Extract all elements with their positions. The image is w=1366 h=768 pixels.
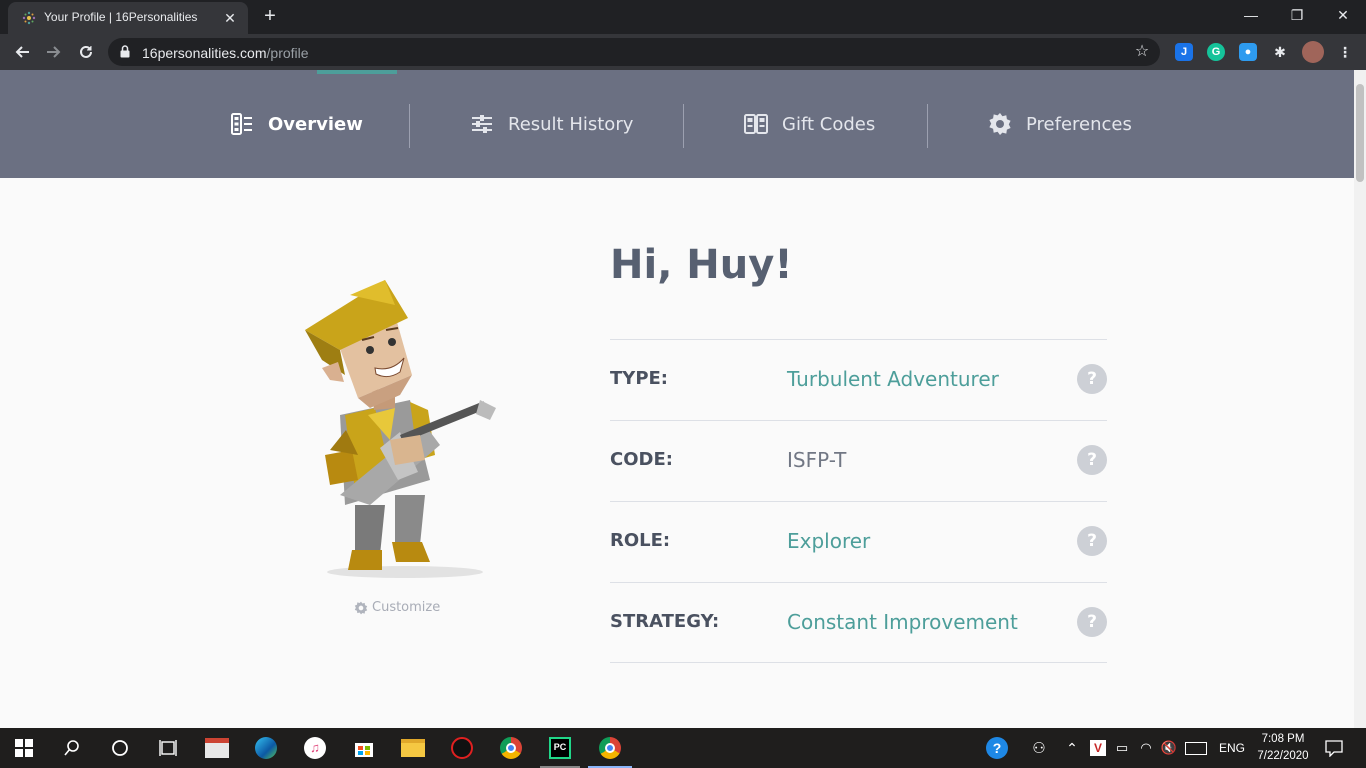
clock-date: 7/22/2020 [1257,750,1309,762]
sliders-icon [472,115,492,133]
keyboard-icon[interactable] [1182,734,1210,762]
profile-info-table: TYPE: Turbulent Adventurer ? CODE: ISFP-… [610,339,1107,663]
language-indicator[interactable]: ENG [1219,741,1245,755]
restore-button[interactable]: ❐ [1274,0,1320,32]
info-label: CODE: [610,449,673,470]
profile-avatar-icon[interactable] [1302,41,1324,63]
help-icon[interactable]: ? [1077,526,1107,556]
tab-title: Your Profile | 16Personalities [44,10,198,24]
tab-gift-codes[interactable]: Gift Codes [744,104,875,144]
info-row-strategy: STRATEGY: Constant Improvement ? [610,582,1107,663]
cortana-icon[interactable] [106,734,134,762]
nav-divider [683,104,684,148]
garena-icon[interactable] [448,734,476,762]
page-title: Hi, Huy! [610,242,793,288]
forward-arrow-icon[interactable] [41,39,67,65]
chrome-icon[interactable] [596,734,624,762]
people-icon[interactable]: ⚇ [1025,734,1053,762]
extension-drop-icon[interactable]: ● [1239,43,1257,61]
browser-tab[interactable]: Your Profile | 16Personalities ✕ [8,2,248,34]
browser-tab-bar: Your Profile | 16Personalities ✕ + — ❐ ✕ [0,0,1366,34]
avatar-illustration [305,280,496,578]
type-link[interactable]: Turbulent Adventurer [787,367,999,391]
info-label: TYPE: [610,368,668,389]
customize-avatar-link[interactable]: Customize [354,600,440,615]
store-icon[interactable] [350,734,378,762]
clock-time: 7:08 PM [1261,733,1305,745]
tab-preferences[interactable]: Preferences [988,104,1132,144]
tab-gift-codes-label: Gift Codes [782,113,876,135]
profile-nav: Overview Result History Gift Codes Prefe… [0,70,1354,178]
info-row-role: ROLE: Explorer ? [610,501,1107,582]
chrome-icon[interactable] [497,734,525,762]
gear-icon [354,601,368,614]
tab-preferences-label: Preferences [1026,113,1132,135]
back-arrow-icon[interactable] [9,39,35,65]
gear-icon [989,113,1011,135]
info-row-code: CODE: ISFP-T ? [610,420,1107,501]
nav-divider [927,104,928,148]
close-window-button[interactable]: ✕ [1320,0,1366,32]
windows-taskbar: ♫ PC ? ⚇ ⌃ V ▭ ◠ 🔇 ENG 7:08 PM 7/22/2020 [0,728,1366,768]
nav-accent-bar [317,70,397,74]
browser-menu-icon[interactable]: ⋮ [1336,43,1354,61]
bookmark-star-icon[interactable]: ☆ [1132,42,1152,62]
grammarly-icon[interactable]: G [1207,43,1225,61]
app-icon[interactable] [203,734,231,762]
overview-icon [231,113,252,135]
tab-overview[interactable]: Overview [230,104,363,144]
tab-result-history-label: Result History [508,113,634,135]
extensions-puzzle-icon[interactable]: ✱ [1271,43,1289,61]
itunes-icon[interactable]: ♫ [301,734,329,762]
page-scrollbar[interactable] [1354,70,1366,728]
pycharm-icon[interactable]: PC [546,734,574,762]
search-icon[interactable] [58,734,86,762]
info-label: ROLE: [610,530,671,551]
lock-icon [120,45,130,58]
help-icon[interactable]: ? [1077,607,1107,637]
gift-codes-icon [744,114,768,134]
page-content: Overview Result History Gift Codes Prefe… [0,70,1354,728]
nav-divider [409,104,410,148]
tab-close-icon[interactable]: ✕ [220,8,240,28]
info-label: STRATEGY: [610,611,720,632]
url-host: 16personalities.com [142,45,267,61]
url-path: /profile [266,45,309,61]
info-row-type: TYPE: Turbulent Adventurer ? [610,339,1107,420]
tab-result-history[interactable]: Result History [470,104,633,144]
extension-j-icon[interactable]: J [1175,43,1193,61]
browser-toolbar: 16personalities.com/profile ☆ J G ● ✱ ⋮ [0,34,1366,70]
strategy-link[interactable]: Constant Improvement [787,610,1018,634]
url-text: 16personalities.com/profile [142,45,309,61]
scrollbar-thumb[interactable] [1356,84,1364,182]
help-icon[interactable]: ? [1077,364,1107,394]
new-tab-button[interactable]: + [258,5,282,29]
16personalities-favicon [22,11,36,25]
help-tray-icon[interactable]: ? [983,734,1011,762]
reload-icon[interactable] [73,39,99,65]
windows-start-icon[interactable] [10,734,38,762]
code-value: ISFP-T [787,448,847,472]
taskbar-clock[interactable]: 7:08 PM 7/22/2020 [1248,731,1318,765]
tab-overview-label: Overview [268,113,363,135]
notifications-icon[interactable] [1320,734,1348,762]
customize-label: Customize [372,600,441,615]
minimize-button[interactable]: — [1228,0,1274,32]
edge-icon[interactable] [252,734,280,762]
help-icon[interactable]: ? [1077,445,1107,475]
file-explorer-icon[interactable] [399,734,427,762]
volume-muted-icon[interactable]: 🔇 [1155,734,1183,762]
tray-chevron-up-icon[interactable]: ⌃ [1058,734,1086,762]
role-link[interactable]: Explorer [787,529,870,553]
task-view-icon[interactable] [154,734,182,762]
address-bar[interactable]: 16personalities.com/profile ☆ [108,38,1160,66]
